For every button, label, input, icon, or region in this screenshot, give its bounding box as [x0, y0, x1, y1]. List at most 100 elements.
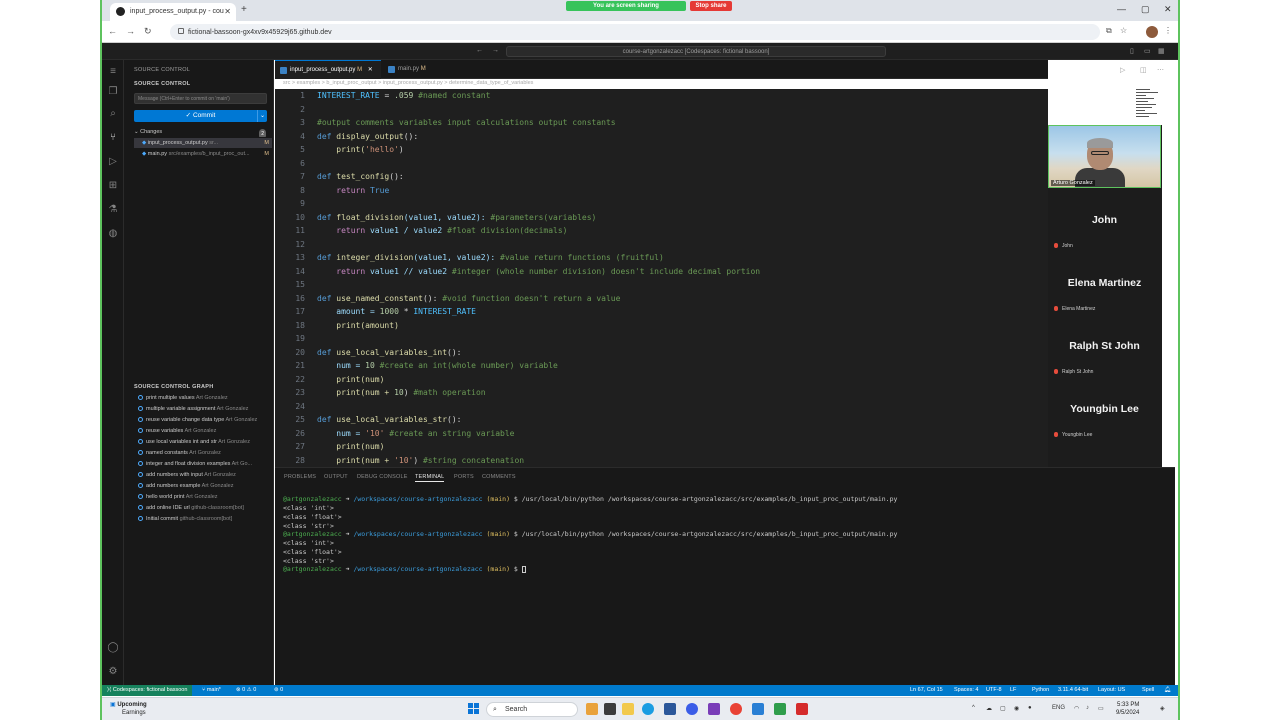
problems-indicator[interactable]: ⊗ 0 ⚠ 0 — [236, 685, 256, 696]
remote-explorer-icon[interactable]: ◍ — [107, 228, 119, 240]
minimize-icon[interactable]: — — [1117, 4, 1126, 14]
minimap[interactable] — [1136, 89, 1162, 129]
tab-ports[interactable]: PORTS — [454, 474, 474, 480]
bookmark-star-icon[interactable]: ☆ — [1120, 26, 1127, 35]
tab-main-py[interactable]: main.py M — [383, 60, 435, 79]
commit-message-input[interactable]: Message (Ctrl+Enter to commit on 'main') — [134, 93, 267, 104]
tray-app-icon[interactable]: ▢ — [1000, 705, 1006, 712]
breadcrumb[interactable]: src > examples > b_input_proc_output > i… — [283, 80, 533, 89]
app-icon[interactable] — [686, 703, 698, 715]
wifi-icon[interactable]: ◠ — [1074, 705, 1079, 712]
edge-icon[interactable] — [642, 703, 654, 715]
more-actions-icon[interactable]: ⋯ — [1157, 66, 1164, 74]
tray-app-icon[interactable]: ● — [1028, 705, 1032, 711]
toggle-sidebar-icon[interactable]: ▯ — [1130, 47, 1134, 55]
keyboard-layout[interactable]: Layout: US — [1098, 685, 1125, 696]
forward-icon[interactable]: → — [126, 26, 135, 36]
close-tab-icon[interactable]: ✕ — [368, 67, 373, 73]
windows-start-icon[interactable] — [468, 703, 480, 715]
run-python-icon[interactable]: ▷ — [1120, 66, 1125, 74]
accounts-icon[interactable]: ◯ — [107, 642, 119, 654]
close-window-icon[interactable]: ✕ — [1164, 4, 1172, 15]
nav-forward-icon[interactable]: → — [492, 47, 499, 54]
browser-menu-icon[interactable]: ⋮ — [1164, 26, 1172, 35]
task-view-icon[interactable] — [604, 703, 616, 715]
testing-icon[interactable]: ⚗ — [107, 204, 119, 216]
nav-back-icon[interactable]: ← — [476, 47, 483, 54]
search-icon[interactable]: ⌕ — [107, 108, 119, 120]
notepad-icon[interactable] — [752, 703, 764, 715]
graph-commit-row[interactable]: hello world print Art Gonzalez — [138, 492, 272, 503]
graph-commit-row[interactable]: multiple variable assignment Art Gonzale… — [138, 404, 272, 415]
onenote-icon[interactable] — [708, 703, 720, 715]
toggle-panel-icon[interactable]: ▭ — [1144, 47, 1151, 55]
source-control-graph-header[interactable]: SOURCE CONTROL GRAPH — [134, 384, 214, 390]
onedrive-icon[interactable]: ☁ — [986, 705, 992, 712]
taskbar-search[interactable]: ⌕ Search — [486, 702, 578, 717]
commit-dropdown-icon[interactable]: ⌄ — [257, 110, 267, 122]
graph-commit-row[interactable]: add numbers example Art Gonzalez — [138, 481, 272, 492]
tab-terminal[interactable]: TERMINAL — [415, 474, 445, 482]
encoding[interactable]: UTF-8 — [986, 685, 1002, 696]
changed-file-row[interactable]: ◆ main.py src/examples/b_input_proc_out.… — [134, 149, 272, 159]
graph-commit-row[interactable]: Initial commit github-classroom[bot] — [138, 514, 272, 525]
source-control-section-header[interactable]: SOURCE CONTROL — [134, 81, 190, 87]
tab-comments[interactable]: COMMENTS — [482, 474, 516, 480]
weather-widget[interactable]: ▣ Upcoming Earnings — [110, 701, 147, 717]
language-indicator[interactable]: ENG — [1052, 705, 1065, 711]
graph-commit-row[interactable]: reuse variables Art Gonzalez — [138, 426, 272, 437]
changes-group-header[interactable]: ⌄ Changes 2 — [134, 127, 272, 137]
profile-avatar[interactable] — [1146, 26, 1158, 38]
copilot-icon[interactable] — [586, 703, 598, 715]
url-field[interactable]: fictional-bassoon-gx4xv9x45929j65.github… — [170, 24, 1100, 40]
layout-icon[interactable]: ▦ — [1158, 47, 1165, 55]
graph-commit-row[interactable]: reuse variable change data type Art Gonz… — [138, 415, 272, 426]
terminal[interactable]: @artgonzalezacc ➜ /workspaces/course-art… — [275, 485, 1175, 685]
menu-icon[interactable]: ≡ — [107, 66, 119, 78]
remote-indicator[interactable]: ⟩⟨ Codespaces: fictional bassoon — [102, 685, 193, 696]
participant-video-tile[interactable]: Arturo Gonzalez — [1048, 125, 1161, 188]
site-info-icon[interactable] — [178, 28, 184, 34]
new-tab-icon[interactable]: + — [241, 4, 247, 15]
run-debug-icon[interactable]: ▷ — [107, 156, 119, 168]
graph-commit-row[interactable]: integer and float division examples Art … — [138, 459, 272, 470]
source-control-icon[interactable]: ⑂ — [107, 132, 119, 144]
install-app-icon[interactable]: ⧉ — [1106, 26, 1112, 36]
graph-commit-row[interactable]: add online IDE url github-classroom[bot] — [138, 503, 272, 514]
teams-icon[interactable] — [664, 703, 676, 715]
commit-button[interactable]: ✓ Commit ⌄ — [134, 110, 267, 122]
indentation[interactable]: Spaces: 4 — [954, 685, 978, 696]
spell-check[interactable]: Spell — [1142, 685, 1154, 696]
settings-gear-icon[interactable]: ⚙ — [107, 666, 119, 678]
python-interpreter[interactable]: 3.11.4 64-bit — [1058, 685, 1088, 696]
cursor-position[interactable]: Ln 67, Col 15 — [910, 685, 943, 696]
code-editor[interactable]: 1 2 3 4 5 6 7 8 9 10 11 12 13 14 15 16 1… — [275, 89, 1048, 467]
notification-center-icon[interactable]: ◈ — [1160, 705, 1165, 712]
back-icon[interactable]: ← — [108, 26, 117, 36]
line-endings[interactable]: LF — [1010, 685, 1016, 696]
branch-indicator[interactable]: ⑂ main* — [202, 685, 221, 696]
ports-indicator[interactable]: ⊚ 0 — [274, 685, 283, 696]
graph-commit-row[interactable]: print multiple values Art Gonzalez — [138, 393, 272, 404]
explorer-icon[interactable]: ❐ — [107, 86, 119, 98]
tray-app-icon[interactable]: ◉ — [1014, 705, 1019, 712]
language-mode[interactable]: Python — [1032, 685, 1049, 696]
graph-commit-row[interactable]: use local variables int and str Art Gonz… — [138, 437, 272, 448]
close-tab-icon[interactable]: ✕ — [224, 7, 231, 16]
reload-icon[interactable]: ↻ — [144, 26, 152, 37]
notifications-icon[interactable]: 🔔︎ — [1164, 685, 1171, 696]
chrome-icon[interactable] — [730, 703, 742, 715]
acrobat-icon[interactable] — [796, 703, 808, 715]
graph-commit-row[interactable]: add numbers with input Art Gonzalez — [138, 470, 272, 481]
browser-tab[interactable]: input_process_output.py - cou ✕ — [110, 3, 236, 21]
command-center[interactable]: course-artgonzalezacc [Codespaces: ficti… — [506, 46, 886, 57]
maximize-icon[interactable]: ▢ — [1141, 4, 1150, 15]
pycharm-icon[interactable] — [774, 703, 786, 715]
tab-input-process-output[interactable]: input_process_output.py M ✕ — [275, 60, 381, 79]
stop-share-button[interactable]: Stop share — [690, 1, 732, 11]
changed-file-row[interactable]: ◆ input_process_output.py sr... M — [134, 138, 272, 148]
extensions-icon[interactable]: ⊞ — [107, 180, 119, 192]
tab-output[interactable]: OUTPUT — [324, 474, 348, 480]
tab-debug-console[interactable]: DEBUG CONSOLE — [357, 474, 408, 480]
tray-overflow-icon[interactable]: ^ — [972, 705, 975, 711]
